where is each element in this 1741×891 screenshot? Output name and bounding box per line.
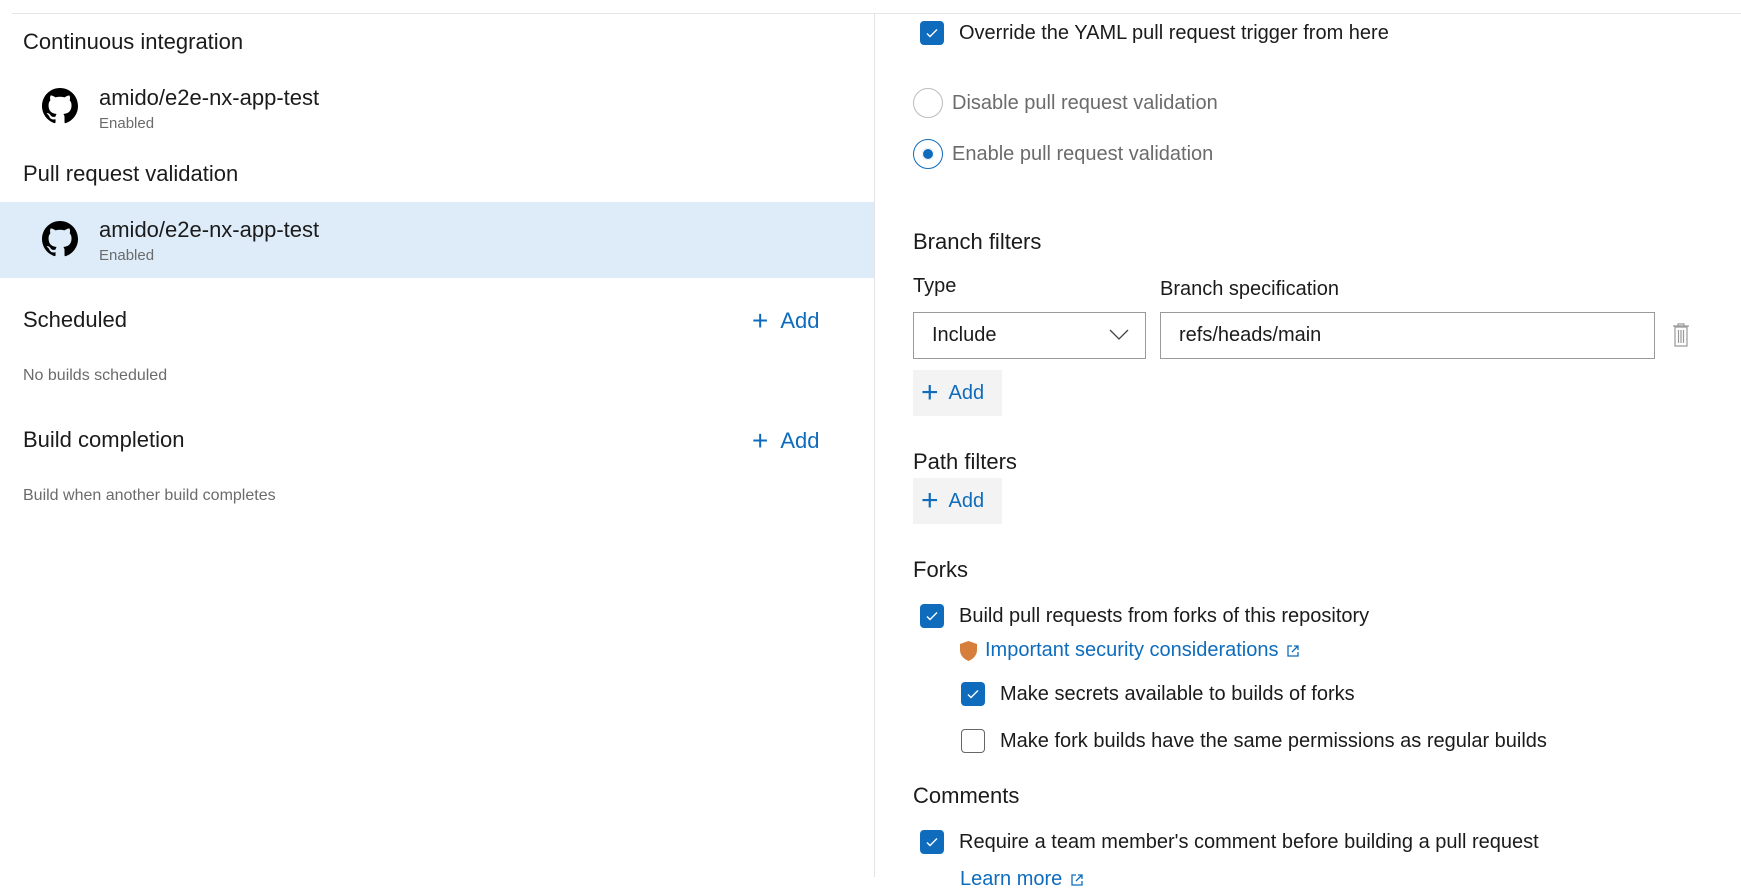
require-comment-label: Require a team member's comment before b… <box>959 831 1539 853</box>
external-link-icon <box>1287 644 1300 657</box>
add-path-filter-button[interactable]: + Add <box>913 478 1002 524</box>
checkbox-checked-icon <box>920 604 944 628</box>
learn-more-label: Learn more <box>960 868 1063 890</box>
chevron-down-icon <box>1109 329 1129 340</box>
plus-icon: + <box>921 484 939 517</box>
plus-icon: + <box>752 425 769 456</box>
add-label: Add <box>780 428 820 453</box>
fork-permissions-checkbox[interactable]: Make fork builds have the same permissio… <box>961 729 1547 753</box>
checkbox-checked-icon <box>961 682 985 706</box>
checkbox-checked-icon <box>920 21 944 45</box>
github-icon <box>42 221 78 257</box>
plus-icon: + <box>921 376 939 409</box>
repo-status: Enabled <box>99 115 155 132</box>
repo-status: Enabled <box>99 247 155 264</box>
pr-repo-item[interactable]: amido/e2e-nx-app-test Enabled <box>0 202 874 278</box>
security-link-label: Important security considerations <box>985 639 1279 661</box>
branch-spec-value: refs/heads/main <box>1179 324 1322 346</box>
repo-name: amido/e2e-nx-app-test <box>99 217 320 242</box>
require-comment-checkbox[interactable]: Require a team member's comment before b… <box>920 830 1539 854</box>
branch-spec-input[interactable]: refs/heads/main <box>1160 312 1655 359</box>
radio-label: Enable pull request validation <box>952 143 1214 165</box>
secrets-label: Make secrets available to builds of fork… <box>1000 683 1355 705</box>
build-forks-checkbox[interactable]: Build pull requests from forks of this r… <box>920 604 1369 628</box>
github-icon <box>42 88 78 124</box>
build-completion-description: Build when another build completes <box>23 487 276 504</box>
add-label: Add <box>948 381 985 404</box>
type-dropdown[interactable]: Include <box>913 312 1146 359</box>
panel-divider <box>874 14 875 877</box>
ci-repo-item[interactable]: amido/e2e-nx-app-test Enabled <box>0 80 874 140</box>
section-title-build-completion: Build completion <box>23 427 185 452</box>
enable-pr-validation-radio[interactable]: Enable pull request validation <box>913 139 1213 169</box>
build-forks-label: Build pull requests from forks of this r… <box>959 605 1370 627</box>
section-title-scheduled: Scheduled <box>23 307 127 332</box>
shield-icon <box>960 640 977 661</box>
trash-icon[interactable] <box>1672 323 1690 347</box>
add-build-completion-button[interactable]: + Add <box>752 425 820 457</box>
radio-selected-icon <box>913 139 943 169</box>
add-schedule-button[interactable]: + Add <box>752 305 820 337</box>
radio-label: Disable pull request validation <box>952 92 1218 114</box>
repo-name: amido/e2e-nx-app-test <box>99 85 320 110</box>
comments-title: Comments <box>913 783 1020 808</box>
security-considerations-link[interactable]: Important security considerations <box>960 639 1300 662</box>
override-label: Override the YAML pull request trigger f… <box>959 22 1389 44</box>
add-label: Add <box>948 489 985 512</box>
fork-permissions-label: Make fork builds have the same permissio… <box>1000 730 1547 752</box>
branch-filters-title: Branch filters <box>913 229 1042 254</box>
override-yaml-checkbox[interactable]: Override the YAML pull request trigger f… <box>920 21 1389 45</box>
section-title-continuous-integration: Continuous integration <box>23 29 244 54</box>
add-branch-filter-button[interactable]: + Add <box>913 370 1002 416</box>
top-divider <box>12 13 1741 14</box>
branch-spec-label: Branch specification <box>1160 278 1339 300</box>
learn-more-link[interactable]: Learn more <box>960 868 1084 891</box>
type-value: Include <box>932 324 997 346</box>
checkbox-unchecked-icon <box>961 729 985 753</box>
radio-unselected-icon <box>913 88 943 118</box>
secrets-checkbox[interactable]: Make secrets available to builds of fork… <box>961 682 1355 706</box>
path-filters-title: Path filters <box>913 449 1017 474</box>
plus-icon: + <box>752 305 769 336</box>
disable-pr-validation-radio[interactable]: Disable pull request validation <box>913 88 1218 118</box>
add-label: Add <box>780 308 820 333</box>
type-label: Type <box>913 275 957 297</box>
section-title-pull-request-validation: Pull request validation <box>23 161 239 186</box>
no-builds-scheduled-text: No builds scheduled <box>23 367 168 384</box>
checkbox-checked-icon <box>920 830 944 854</box>
forks-title: Forks <box>913 557 968 582</box>
external-link-icon <box>1071 873 1083 886</box>
